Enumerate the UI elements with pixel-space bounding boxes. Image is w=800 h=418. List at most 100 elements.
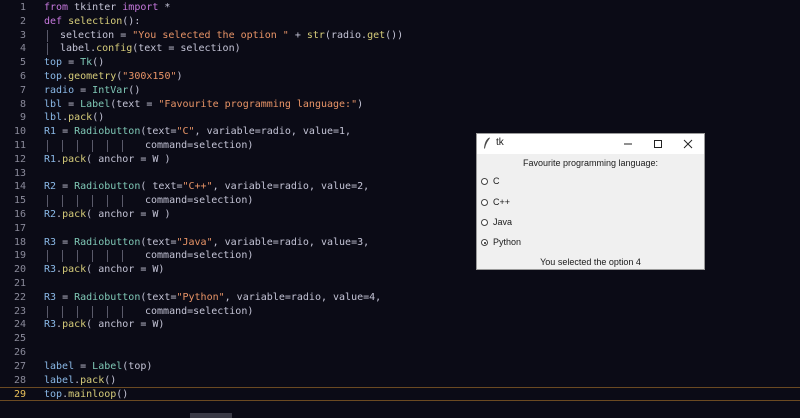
code-text: lbl = Label(text = "Favourite programmin… [44, 98, 363, 112]
indent-guide [92, 195, 93, 208]
line-number: 5 [19, 57, 26, 69]
code-token: str [306, 29, 325, 41]
code-token: ( anchor = W) [86, 264, 165, 276]
code-token: = [56, 126, 75, 138]
code-token: R3 [44, 236, 57, 248]
code-line[interactable]: 8 lbl = Label(text = "Favourite programmi… [0, 98, 800, 112]
code-token: () [116, 389, 129, 401]
code-line[interactable]: 24 R3.pack( anchor = W) [0, 318, 800, 332]
maximize-icon [654, 140, 662, 148]
radio-indicator[interactable] [481, 239, 488, 246]
code-line[interactable]: 26 [0, 346, 800, 360]
code-text: radio = IntVar() [44, 84, 140, 98]
code-token: (text= [140, 291, 177, 303]
code-token: Radiobutton [74, 291, 141, 303]
code-token: "C++" [182, 181, 213, 193]
line-number: 22 [13, 291, 26, 303]
line-number: 18 [13, 236, 26, 248]
code-token: IntVar [92, 84, 129, 96]
code-line[interactable]: 5 top = Tk() [0, 56, 800, 70]
code-token: Tk [80, 57, 93, 69]
radio-indicator[interactable] [481, 219, 488, 226]
radio-indicator[interactable] [481, 178, 488, 185]
code-token: lbl [44, 98, 63, 110]
code-line[interactable]: 6 top.geometry("300x150") [0, 70, 800, 84]
code-token: (text = selection) [132, 43, 241, 55]
indent-guide [122, 250, 123, 263]
code-text: R3 = Radiobutton(text="Java", variable=r… [44, 236, 369, 250]
indent-guide [77, 250, 78, 263]
radio-label: Python [493, 237, 522, 247]
code-token: = [74, 360, 93, 372]
indent-guide [47, 29, 48, 42]
indent-guide [107, 250, 108, 263]
code-token: (text= [140, 236, 177, 248]
code-line[interactable]: 22 R3 = Radiobutton(text="Python", variab… [0, 291, 800, 305]
code-line[interactable]: 3 selection = "You selected the option " … [0, 29, 800, 43]
code-line[interactable]: 28 label.pack() [0, 374, 800, 388]
title-bar[interactable]: tk [477, 134, 704, 154]
code-text: from tkinter import * [44, 1, 170, 15]
code-token: Label [92, 360, 123, 372]
maximize-button[interactable] [643, 134, 673, 154]
line-number: 15 [13, 195, 26, 207]
code-token: "You selected the option " [132, 29, 289, 41]
line-number: 1 [19, 2, 26, 13]
code-token: R1 [44, 153, 57, 165]
indent-guide [47, 140, 48, 152]
line-number: 27 [13, 360, 26, 372]
indent-guide [122, 195, 123, 208]
line-number: 11 [13, 140, 26, 151]
code-token: + [288, 29, 307, 41]
radio-indicator[interactable] [481, 199, 488, 206]
code-token: pack [62, 153, 87, 165]
code-token: Radiobutton [74, 181, 141, 193]
code-token: tkinter [68, 2, 123, 13]
line-number: 19 [13, 250, 26, 262]
code-token: geometry [68, 71, 117, 82]
line-number: 25 [13, 333, 26, 345]
code-token: , variable=radio, value=2, [212, 181, 370, 193]
code-token: "Java" [176, 236, 213, 248]
code-line[interactable]: 25 [0, 332, 800, 346]
code-token: Radiobutton [74, 236, 141, 248]
code-line[interactable]: 29 top.mainloop() [0, 387, 800, 402]
code-line[interactable]: 9 lbl.pack() [0, 111, 800, 125]
code-line[interactable]: 4 label.config(text = selection) [0, 42, 800, 56]
code-text: label.pack() [44, 374, 116, 388]
code-token: command=selection) [145, 305, 254, 317]
line-number: 28 [13, 374, 26, 386]
close-button[interactable] [673, 134, 703, 154]
code-token: def [44, 15, 63, 27]
code-token: ( text= [140, 181, 183, 193]
tk-window: tk Favourite programming language: C C++ J… [476, 133, 705, 270]
minimize-button[interactable] [613, 134, 643, 154]
code-token: R3 [44, 319, 57, 331]
code-line[interactable]: 1 from tkinter import * [0, 1, 800, 15]
code-text: R3.pack( anchor = W) [44, 263, 164, 277]
horizontal-scrollbar-thumb[interactable] [190, 413, 232, 418]
indent-guide [47, 305, 48, 318]
code-line[interactable]: 23 command=selection) [0, 305, 800, 319]
line-number: 2 [19, 15, 26, 27]
code-token: from [44, 2, 69, 13]
indent-guide [47, 250, 48, 263]
code-line[interactable]: 2 def selection(): [0, 15, 800, 29]
line-number: 3 [19, 29, 26, 41]
code-line[interactable]: 27 label = Label(top) [0, 360, 800, 374]
line-number: 13 [13, 167, 26, 179]
radio-label: Java [493, 217, 513, 227]
line-number: 17 [13, 222, 26, 234]
code-line[interactable]: 7 radio = IntVar() [0, 84, 800, 98]
indent-guide [77, 195, 78, 208]
code-token: * [158, 2, 171, 13]
code-token: pack [62, 264, 87, 276]
line-number: 10 [13, 126, 26, 138]
code-line[interactable]: 21 [0, 277, 800, 291]
code-token: label. [60, 43, 97, 55]
indent-guide [62, 140, 63, 152]
code-token: pack [62, 319, 87, 331]
indent-guide [47, 195, 48, 208]
code-token: ) [357, 98, 364, 110]
code-token: selection [68, 15, 123, 27]
